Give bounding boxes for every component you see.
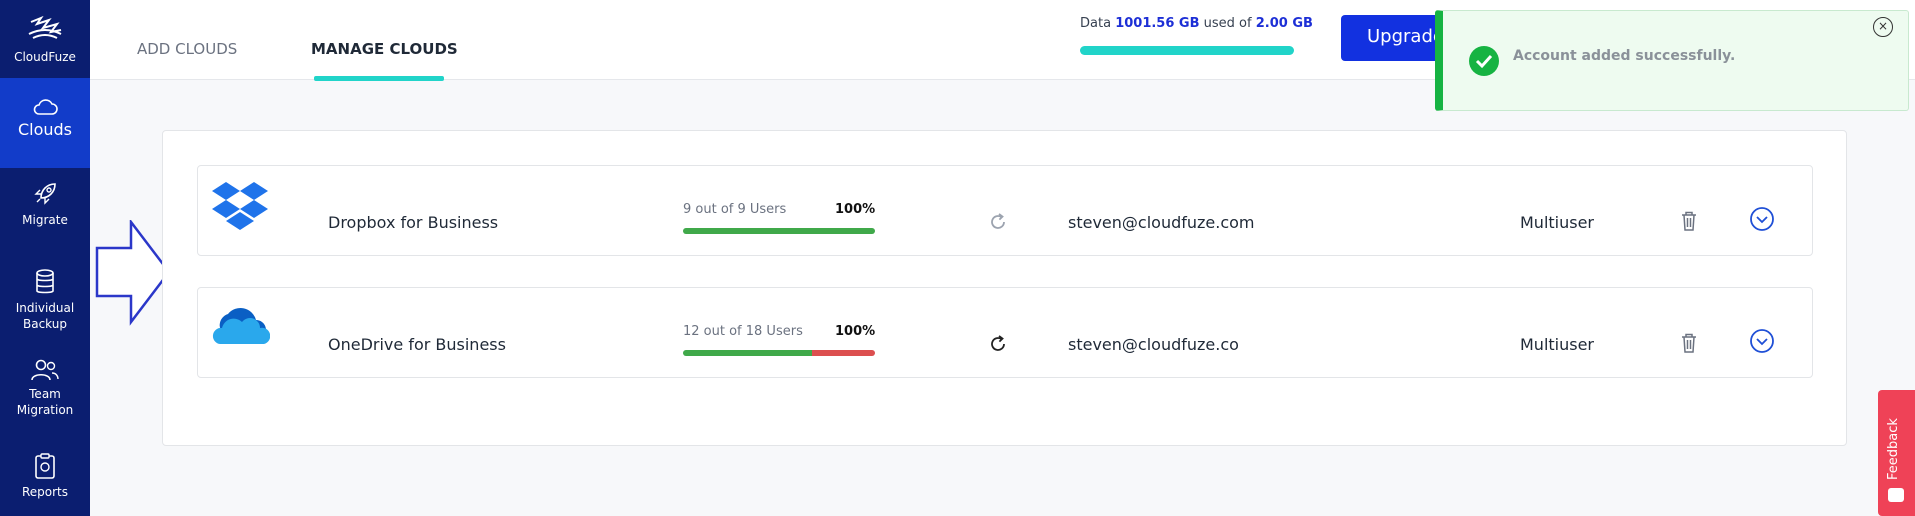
account-email: steven@cloudfuze.co	[1068, 335, 1239, 354]
active-tab-indicator	[314, 76, 444, 81]
sidebar-item-label: Clouds	[17, 120, 73, 139]
sidebar: CloudFuze Clouds Migrate Individual Back…	[0, 0, 90, 516]
check-circle-icon	[1469, 46, 1499, 76]
account-type: Multiuser	[1520, 335, 1595, 354]
clipboard-icon	[35, 453, 55, 479]
database-icon	[36, 269, 54, 294]
usage-total: 2.00 GB	[1255, 16, 1313, 31]
cloud-name: Dropbox for Business	[328, 213, 499, 232]
sidebar-item-clouds[interactable]: Clouds	[0, 78, 90, 168]
sidebar-item-individual-backup[interactable]: Individual Backup	[0, 268, 90, 332]
rocket-icon	[34, 183, 56, 205]
feedback-button[interactable]: Feedback	[1878, 390, 1915, 516]
progress-success-fill	[683, 350, 812, 356]
storage-usage-bar	[1080, 46, 1294, 55]
user-progress-bar	[683, 228, 875, 234]
cloud-row-dropbox: Dropbox for Business 9 out of 9 Users 10…	[197, 165, 1813, 256]
users-icon	[31, 359, 59, 381]
feedback-label: Feedback	[1886, 418, 1901, 480]
tab-add-clouds[interactable]: ADD CLOUDS	[137, 40, 237, 58]
smile-icon	[1888, 488, 1904, 502]
toast-message: Account added successfully.	[1513, 48, 1736, 64]
tab-manage-clouds[interactable]: MANAGE CLOUDS	[311, 40, 458, 58]
cloud-name: OneDrive for Business	[328, 335, 506, 354]
sidebar-item-reports[interactable]: Reports	[0, 452, 90, 500]
brand-name: CloudFuze	[14, 50, 76, 64]
usage-prefix: Data	[1080, 16, 1112, 31]
user-count: 9 out of 9 Users	[683, 202, 787, 217]
clouds-panel: Dropbox for Business 9 out of 9 Users 10…	[162, 130, 1847, 446]
cloud-row-onedrive: OneDrive for Business 12 out of 18 Users…	[197, 287, 1813, 378]
user-count: 12 out of 18 Users	[683, 324, 803, 339]
refresh-icon[interactable]	[988, 334, 1008, 354]
refresh-icon[interactable]	[988, 212, 1008, 232]
sidebar-item-label: Individual Backup	[15, 301, 75, 331]
sidebar-item-label: Migrate	[22, 213, 68, 227]
close-icon[interactable]: ×	[1873, 17, 1893, 37]
chevron-down-icon[interactable]	[1749, 206, 1775, 232]
onedrive-icon	[212, 307, 270, 344]
sidebar-item-team-migration[interactable]: Team Migration	[0, 358, 90, 418]
usage-used: 1001.56 GB	[1115, 16, 1200, 31]
progress-percent: 100%	[835, 324, 876, 339]
trash-icon[interactable]	[1680, 332, 1698, 354]
progress-failed-fill	[811, 350, 875, 356]
dropbox-icon	[212, 182, 268, 230]
sidebar-item-label: Team Migration	[16, 387, 74, 417]
storage-usage-text: Data 1001.56 GB used of 2.00 GB	[1080, 16, 1313, 31]
cloudfuze-logo-icon	[28, 15, 62, 39]
success-toast: Account added successfully. ×	[1435, 10, 1909, 111]
account-type: Multiuser	[1520, 213, 1595, 232]
trash-icon[interactable]	[1680, 210, 1698, 232]
brand[interactable]: CloudFuze	[0, 0, 90, 78]
usage-middle: used of	[1203, 16, 1252, 31]
user-progress-bar	[683, 350, 875, 356]
account-email: steven@cloudfuze.com	[1068, 213, 1255, 232]
progress-success-fill	[683, 228, 875, 234]
cloud-icon	[33, 99, 58, 115]
progress-percent: 100%	[835, 202, 876, 217]
sidebar-item-label: Reports	[21, 485, 69, 499]
chevron-down-icon[interactable]	[1749, 328, 1775, 354]
sidebar-item-migrate[interactable]: Migrate	[0, 180, 90, 228]
